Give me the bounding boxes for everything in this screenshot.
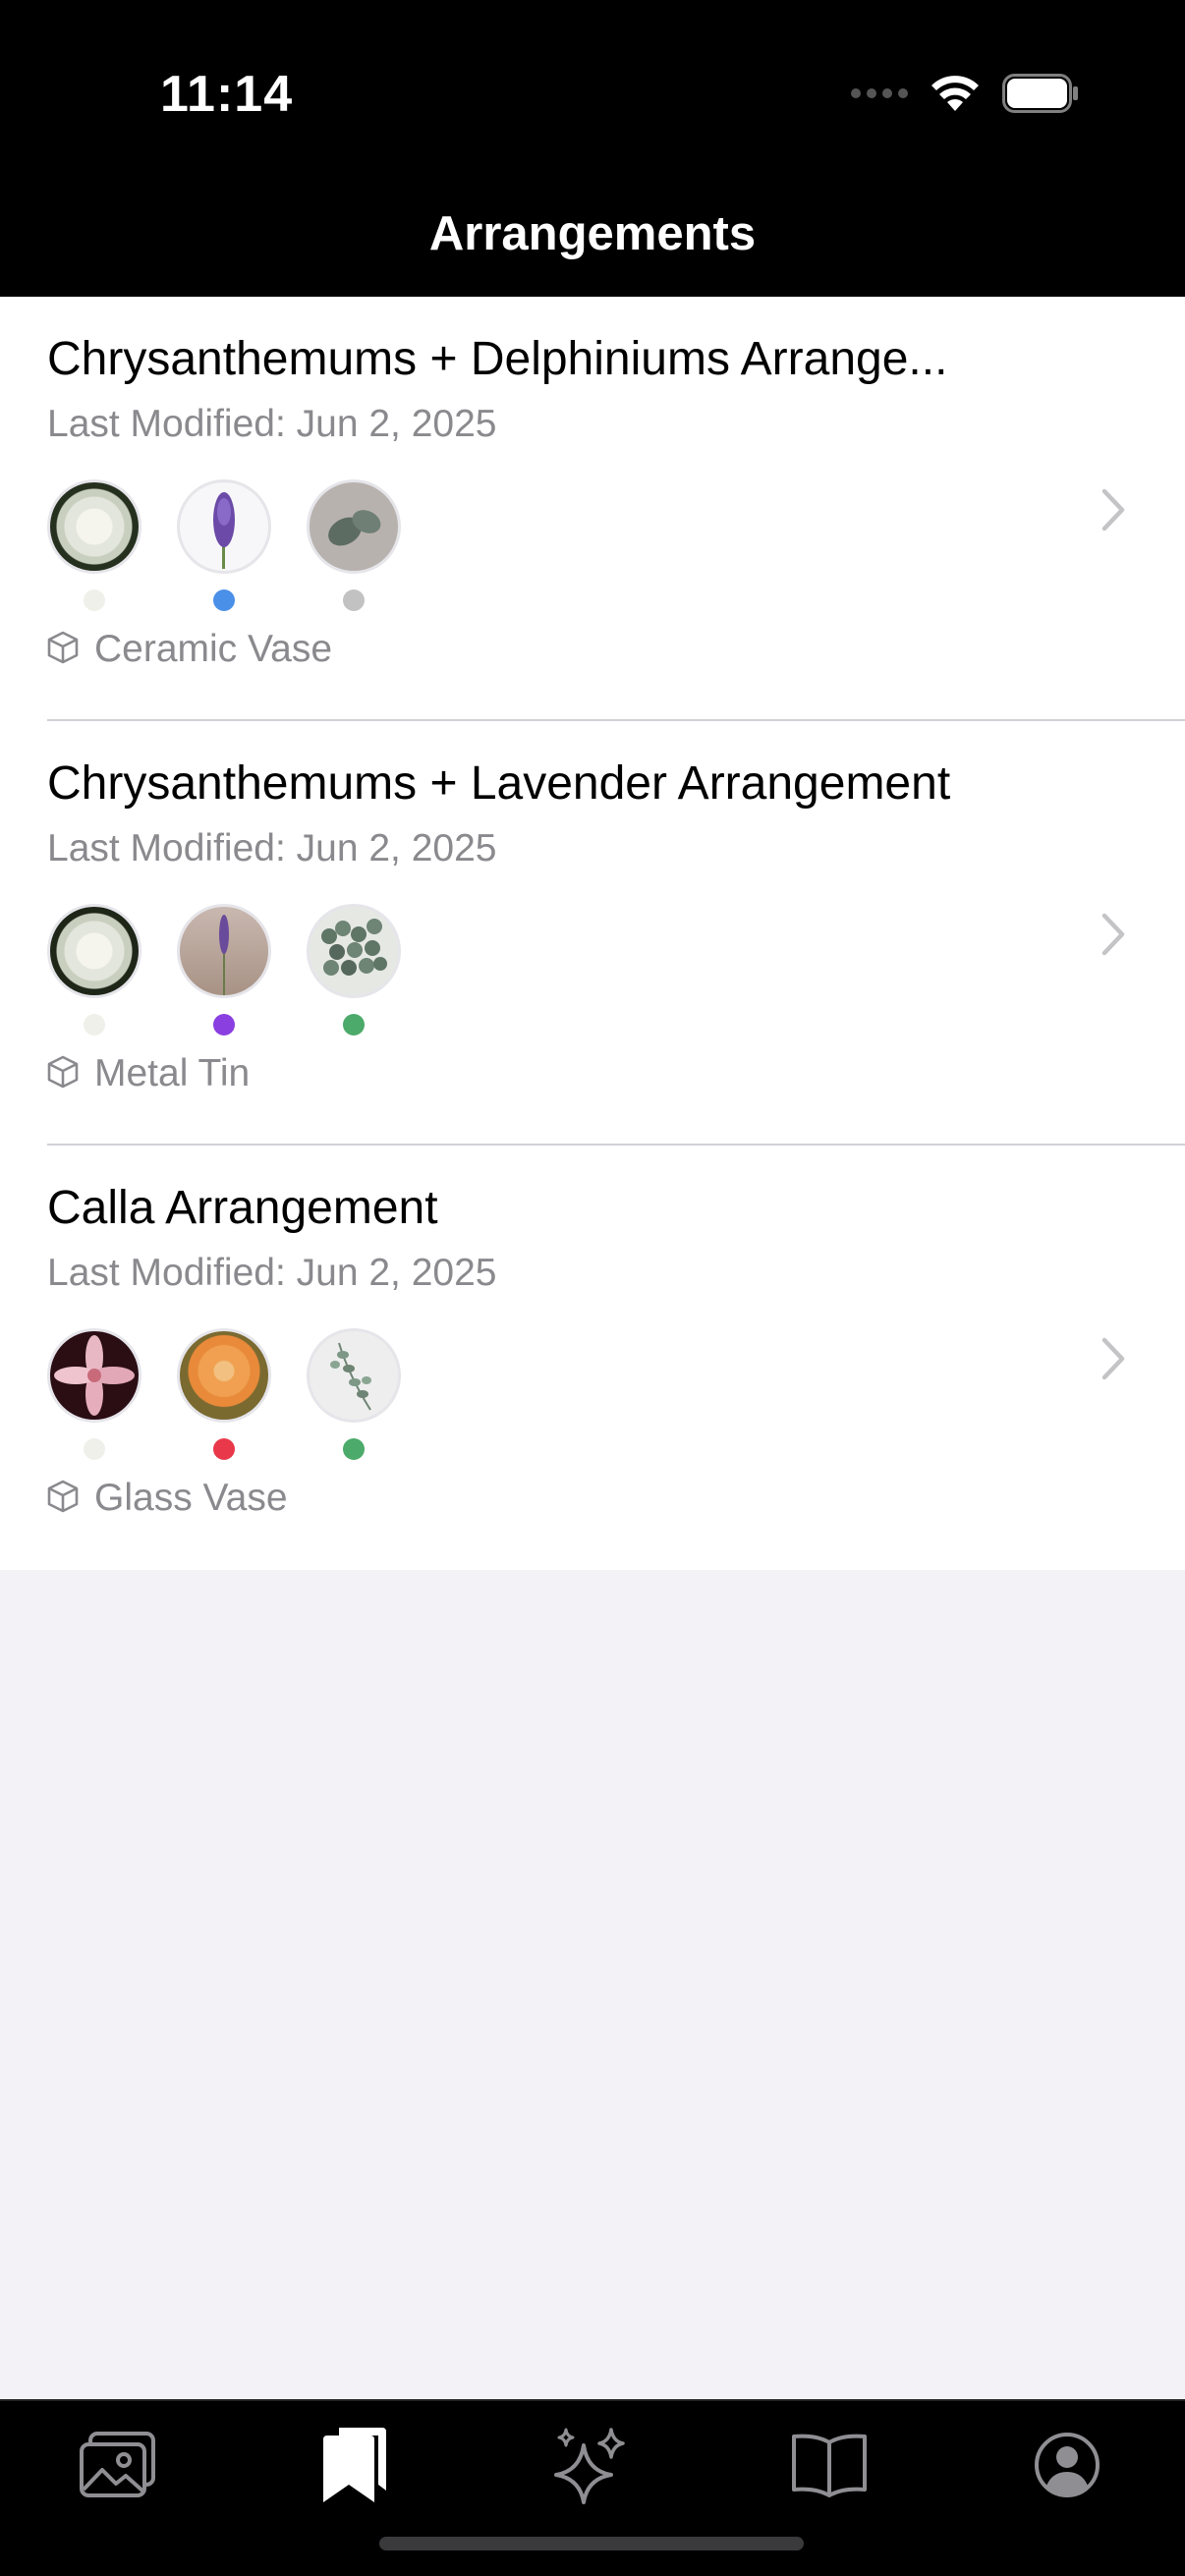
vessel-info: Metal Tin — [47, 1049, 250, 1098]
last-modified-date: Last Modified: Jun 2, 2025 — [47, 1252, 497, 1294]
arrangement-title: Calla Arrangement — [47, 1182, 438, 1234]
photo-icon — [79, 2431, 157, 2504]
book-icon — [790, 2433, 869, 2502]
tab-guide[interactable] — [775, 2423, 883, 2511]
chevron-right-icon — [1099, 485, 1128, 534]
status-bar: 11:14 — [0, 0, 1185, 196]
tab-ideas[interactable] — [536, 2423, 644, 2511]
flower-item — [307, 479, 401, 611]
tab-photos[interactable] — [64, 2423, 172, 2511]
vessel-label: Glass Vase — [94, 1477, 288, 1519]
flower-item — [47, 479, 141, 611]
tab-arrangements[interactable] — [300, 2423, 408, 2511]
arrangement-title: Chrysanthemums + Delphiniums Arrange... — [47, 333, 948, 385]
flower-item — [177, 904, 271, 1036]
status-time: 11:14 — [160, 66, 294, 123]
color-dot — [213, 1438, 235, 1460]
orange-dahlia-thumbnail — [177, 1328, 271, 1423]
cellular-signal-icon — [851, 86, 908, 105]
arrangement-row[interactable]: Chrysanthemums + Delphiniums Arrange... … — [0, 297, 1185, 721]
color-dot — [213, 589, 235, 611]
color-dot — [343, 1014, 365, 1036]
bookmarks-icon — [319, 2426, 388, 2509]
lavender-sprig-thumbnail — [177, 904, 271, 998]
eucalyptus-leaf-thumbnail — [307, 479, 401, 574]
chevron-right-icon — [1099, 910, 1128, 959]
flower-item — [47, 904, 141, 1036]
color-dot — [343, 589, 365, 611]
flower-item — [307, 904, 401, 1036]
arrangement-row[interactable]: Calla Arrangement Last Modified: Jun 2, … — [0, 1146, 1185, 1570]
eucalyptus-sprig-thumbnail — [307, 1328, 401, 1423]
battery-icon — [1002, 73, 1079, 118]
cube-icon — [47, 1055, 79, 1093]
last-modified-date: Last Modified: Jun 2, 2025 — [47, 827, 497, 869]
flower-item — [307, 1328, 401, 1460]
color-dot — [84, 1438, 105, 1460]
eucalyptus-branch-thumbnail — [307, 904, 401, 998]
arrangement-title: Chrysanthemums + Lavender Arrangement — [47, 757, 951, 810]
last-modified-date: Last Modified: Jun 2, 2025 — [47, 403, 497, 445]
cube-icon — [47, 631, 79, 669]
flower-item — [177, 1328, 271, 1460]
wifi-icon — [930, 74, 981, 118]
person-circle-icon — [1033, 2431, 1101, 2504]
color-dot — [213, 1014, 235, 1036]
home-indicator — [379, 2537, 804, 2550]
arrangements-list: Chrysanthemums + Delphiniums Arrange... … — [0, 297, 1185, 1570]
color-dot — [84, 589, 105, 611]
pink-lily-thumbnail — [47, 1328, 141, 1423]
vessel-label: Metal Tin — [94, 1052, 251, 1094]
sparkles-icon — [550, 2426, 629, 2509]
page-title: Arrangements — [428, 207, 757, 260]
vessel-info: Ceramic Vase — [47, 625, 332, 674]
chevron-right-icon — [1099, 1334, 1128, 1383]
white-chrysanthemum-thumbnail — [47, 479, 141, 574]
cube-icon — [47, 1480, 79, 1518]
vessel-label: Ceramic Vase — [94, 628, 333, 670]
flower-item — [47, 1328, 141, 1460]
color-dot — [343, 1438, 365, 1460]
tab-profile[interactable] — [1013, 2423, 1121, 2511]
vessel-info: Glass Vase — [47, 1474, 288, 1523]
purple-delphinium-thumbnail — [177, 479, 271, 574]
white-chrysanthemum-thumbnail — [47, 904, 141, 998]
flower-item — [177, 479, 271, 611]
arrangement-row[interactable]: Chrysanthemums + Lavender Arrangement La… — [0, 721, 1185, 1146]
color-dot — [84, 1014, 105, 1036]
